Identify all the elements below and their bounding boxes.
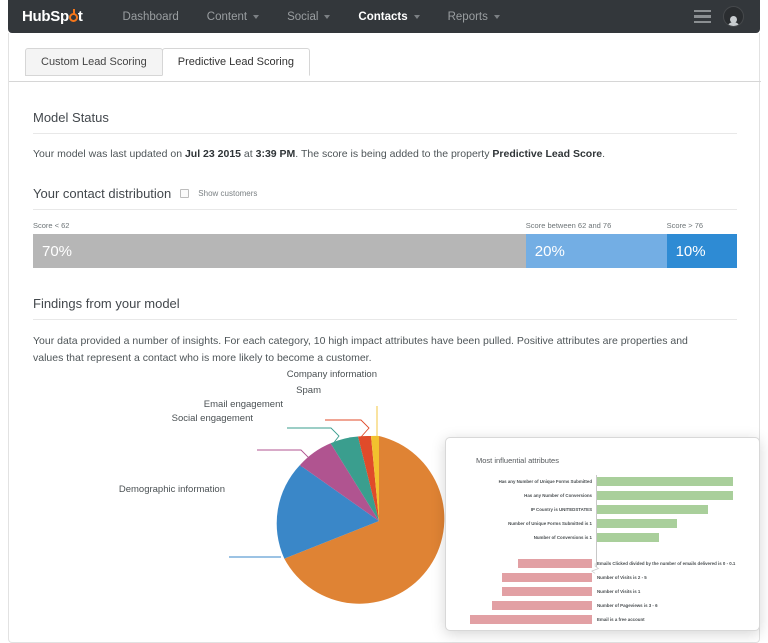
- pie-label-company-information: Company information: [286, 368, 377, 380]
- model-status-section: Model Status: [9, 82, 761, 133]
- segment-label-high: Score > 76: [666, 221, 704, 231]
- top-navigation-bar: HubSp t Dashboard Content Social Contacts…: [8, 0, 760, 33]
- model-status-title: Model Status: [33, 110, 109, 125]
- attribute-bar-positive: [596, 518, 677, 528]
- status-time: 3:39 PM: [255, 148, 296, 160]
- attribute-row[interactable]: IP Country is UNITEDSTATES: [468, 503, 759, 516]
- tab-bar: Custom Lead Scoring Predictive Lead Scor…: [25, 47, 310, 76]
- attribute-row[interactable]: Number of Conversions is 1: [468, 531, 759, 544]
- nav-label: Social: [287, 10, 319, 23]
- segment-label-low: Score < 62: [33, 221, 70, 231]
- axis-kink-icon: [591, 563, 600, 574]
- attribute-label: IP Country is UNITEDSTATES: [530, 506, 592, 512]
- status-property: Predictive Lead Score: [492, 148, 603, 160]
- nav-item-reports[interactable]: Reports: [434, 0, 514, 33]
- attribute-label: Emails Clicked divided by the number of …: [597, 560, 736, 566]
- attribute-bar-positive: [596, 490, 733, 500]
- logo-sprocket-icon: [68, 9, 78, 22]
- distribution-section: Your contact distribution Show customers: [9, 162, 761, 201]
- distribution-header: Your contact distribution Show customers: [33, 186, 737, 201]
- attribute-row[interactable]: Number of Visits is 2 - 5: [468, 571, 759, 584]
- chevron-down-icon: [493, 14, 500, 19]
- nav-item-contacts[interactable]: Contacts: [344, 0, 433, 33]
- pie-label-email-engagement: Email engagement: [203, 398, 283, 410]
- attribute-bar-negative: [502, 586, 592, 596]
- distribution-bar-labels: Score < 62 Score between 62 and 76 Score…: [33, 221, 737, 234]
- tab-custom-lead-scoring[interactable]: Custom Lead Scoring: [25, 48, 163, 76]
- attribute-label: Number of Visits is 1: [597, 588, 641, 594]
- logo-text-tail: t: [77, 8, 83, 25]
- attribute-label: Number of Visits is 2 - 5: [597, 574, 647, 580]
- attribute-label: Has any Number of Conversions: [524, 492, 592, 498]
- status-text-part: Your model was last updated on: [33, 148, 185, 160]
- attribute-bar-positive: [596, 532, 659, 542]
- pie-label-social-engagement: Social engagement: [171, 412, 253, 424]
- distribution-title: Your contact distribution: [33, 186, 172, 202]
- nav-label: Content: [206, 10, 248, 23]
- tab-predictive-lead-scoring[interactable]: Predictive Lead Scoring: [161, 48, 310, 76]
- attribute-row[interactable]: Has any Number of Conversions: [468, 489, 759, 502]
- distribution-bar: 70% 20% 10%: [33, 234, 737, 269]
- nav-item-dashboard[interactable]: Dashboard: [109, 0, 193, 33]
- attribute-label: Has any Number of Unique Forms Submitted: [498, 478, 592, 484]
- segment-high[interactable]: 10%: [666, 234, 737, 269]
- attribute-label: Number of Pageviews is 3 - 6: [597, 602, 658, 608]
- segment-label-mid: Score between 62 and 76: [525, 221, 612, 231]
- segment-low[interactable]: 70%: [33, 234, 526, 269]
- hubspot-logo[interactable]: HubSp t: [22, 8, 83, 25]
- most-influential-attributes-card: Most influential attributes Has any Numb…: [445, 437, 760, 631]
- card-title: Most influential attributes: [476, 456, 559, 465]
- attribute-label: Number of Unique Forms Submitted is 1: [508, 520, 592, 526]
- attribute-row[interactable]: Number of Unique Forms Submitted is 1: [468, 517, 759, 530]
- attribute-bar-positive: [596, 504, 708, 514]
- attribute-bar-negative: [492, 600, 592, 610]
- nav-right-actions: [694, 6, 744, 27]
- attribute-row[interactable]: Number of Pageviews is 3 - 6: [468, 599, 759, 612]
- segment-value: 10%: [675, 242, 706, 260]
- chart-axis: [596, 475, 597, 567]
- segment-value: 20%: [534, 242, 565, 260]
- nav-item-content[interactable]: Content: [193, 0, 273, 33]
- status-date: Jul 23 2015: [184, 148, 242, 160]
- attribute-row[interactable]: Has any Number of Unique Forms Submitted: [468, 475, 759, 488]
- attribute-bar-positive: [596, 476, 733, 486]
- chevron-down-icon: [253, 14, 260, 19]
- tab-label: Predictive Lead Scoring: [177, 56, 294, 68]
- logo-text: HubSp: [22, 8, 69, 25]
- findings-text: Your data provided a number of insights.…: [33, 335, 688, 364]
- nav-item-social[interactable]: Social: [273, 0, 344, 33]
- tab-label: Custom Lead Scoring: [41, 56, 147, 68]
- nav-label: Contacts: [358, 10, 408, 23]
- attribute-label: Number of Conversions is 1: [533, 534, 592, 540]
- user-avatar-icon[interactable]: [723, 6, 744, 27]
- attribute-bars: Has any Number of Unique Forms Submitted…: [446, 475, 759, 626]
- findings-title: Findings from your model: [33, 296, 180, 312]
- app-root: HubSp t Dashboard Content Social Contacts…: [0, 0, 768, 643]
- attribute-bar-negative: [502, 572, 592, 582]
- status-text-part: .: [602, 148, 606, 160]
- attribute-label: Email is a free account: [597, 616, 645, 622]
- attribute-row[interactable]: Email is a free account: [468, 613, 759, 626]
- attribute-row[interactable]: Emails Clicked divided by the number of …: [468, 557, 759, 570]
- attribute-row[interactable]: Number of Visits is 1: [468, 585, 759, 598]
- primary-nav-items: Dashboard Content Social Contacts Report…: [109, 0, 514, 33]
- pie-label-demographic-information: Demographic information: [118, 483, 225, 495]
- show-customers-checkbox[interactable]: [180, 189, 190, 199]
- attribute-bar-negative: [470, 614, 592, 624]
- chevron-down-icon: [324, 14, 331, 19]
- segment-value: 70%: [42, 242, 73, 260]
- nav-label: Reports: [447, 10, 488, 23]
- status-text-part: at: [241, 148, 256, 160]
- pie-label-spam: Spam: [296, 384, 321, 396]
- attribute-bar-negative: [518, 558, 592, 568]
- nav-label: Dashboard: [122, 10, 179, 23]
- model-status-text: Your model was last updated on Jul 23 20…: [33, 146, 737, 162]
- hamburger-icon[interactable]: [694, 9, 711, 24]
- segment-mid[interactable]: 20%: [525, 234, 667, 269]
- chevron-down-icon: [413, 14, 420, 19]
- status-text-part: . The score is being added to the proper…: [295, 148, 493, 160]
- show-customers-label[interactable]: Show customers: [198, 189, 257, 198]
- findings-section: Findings from your model: [9, 268, 761, 319]
